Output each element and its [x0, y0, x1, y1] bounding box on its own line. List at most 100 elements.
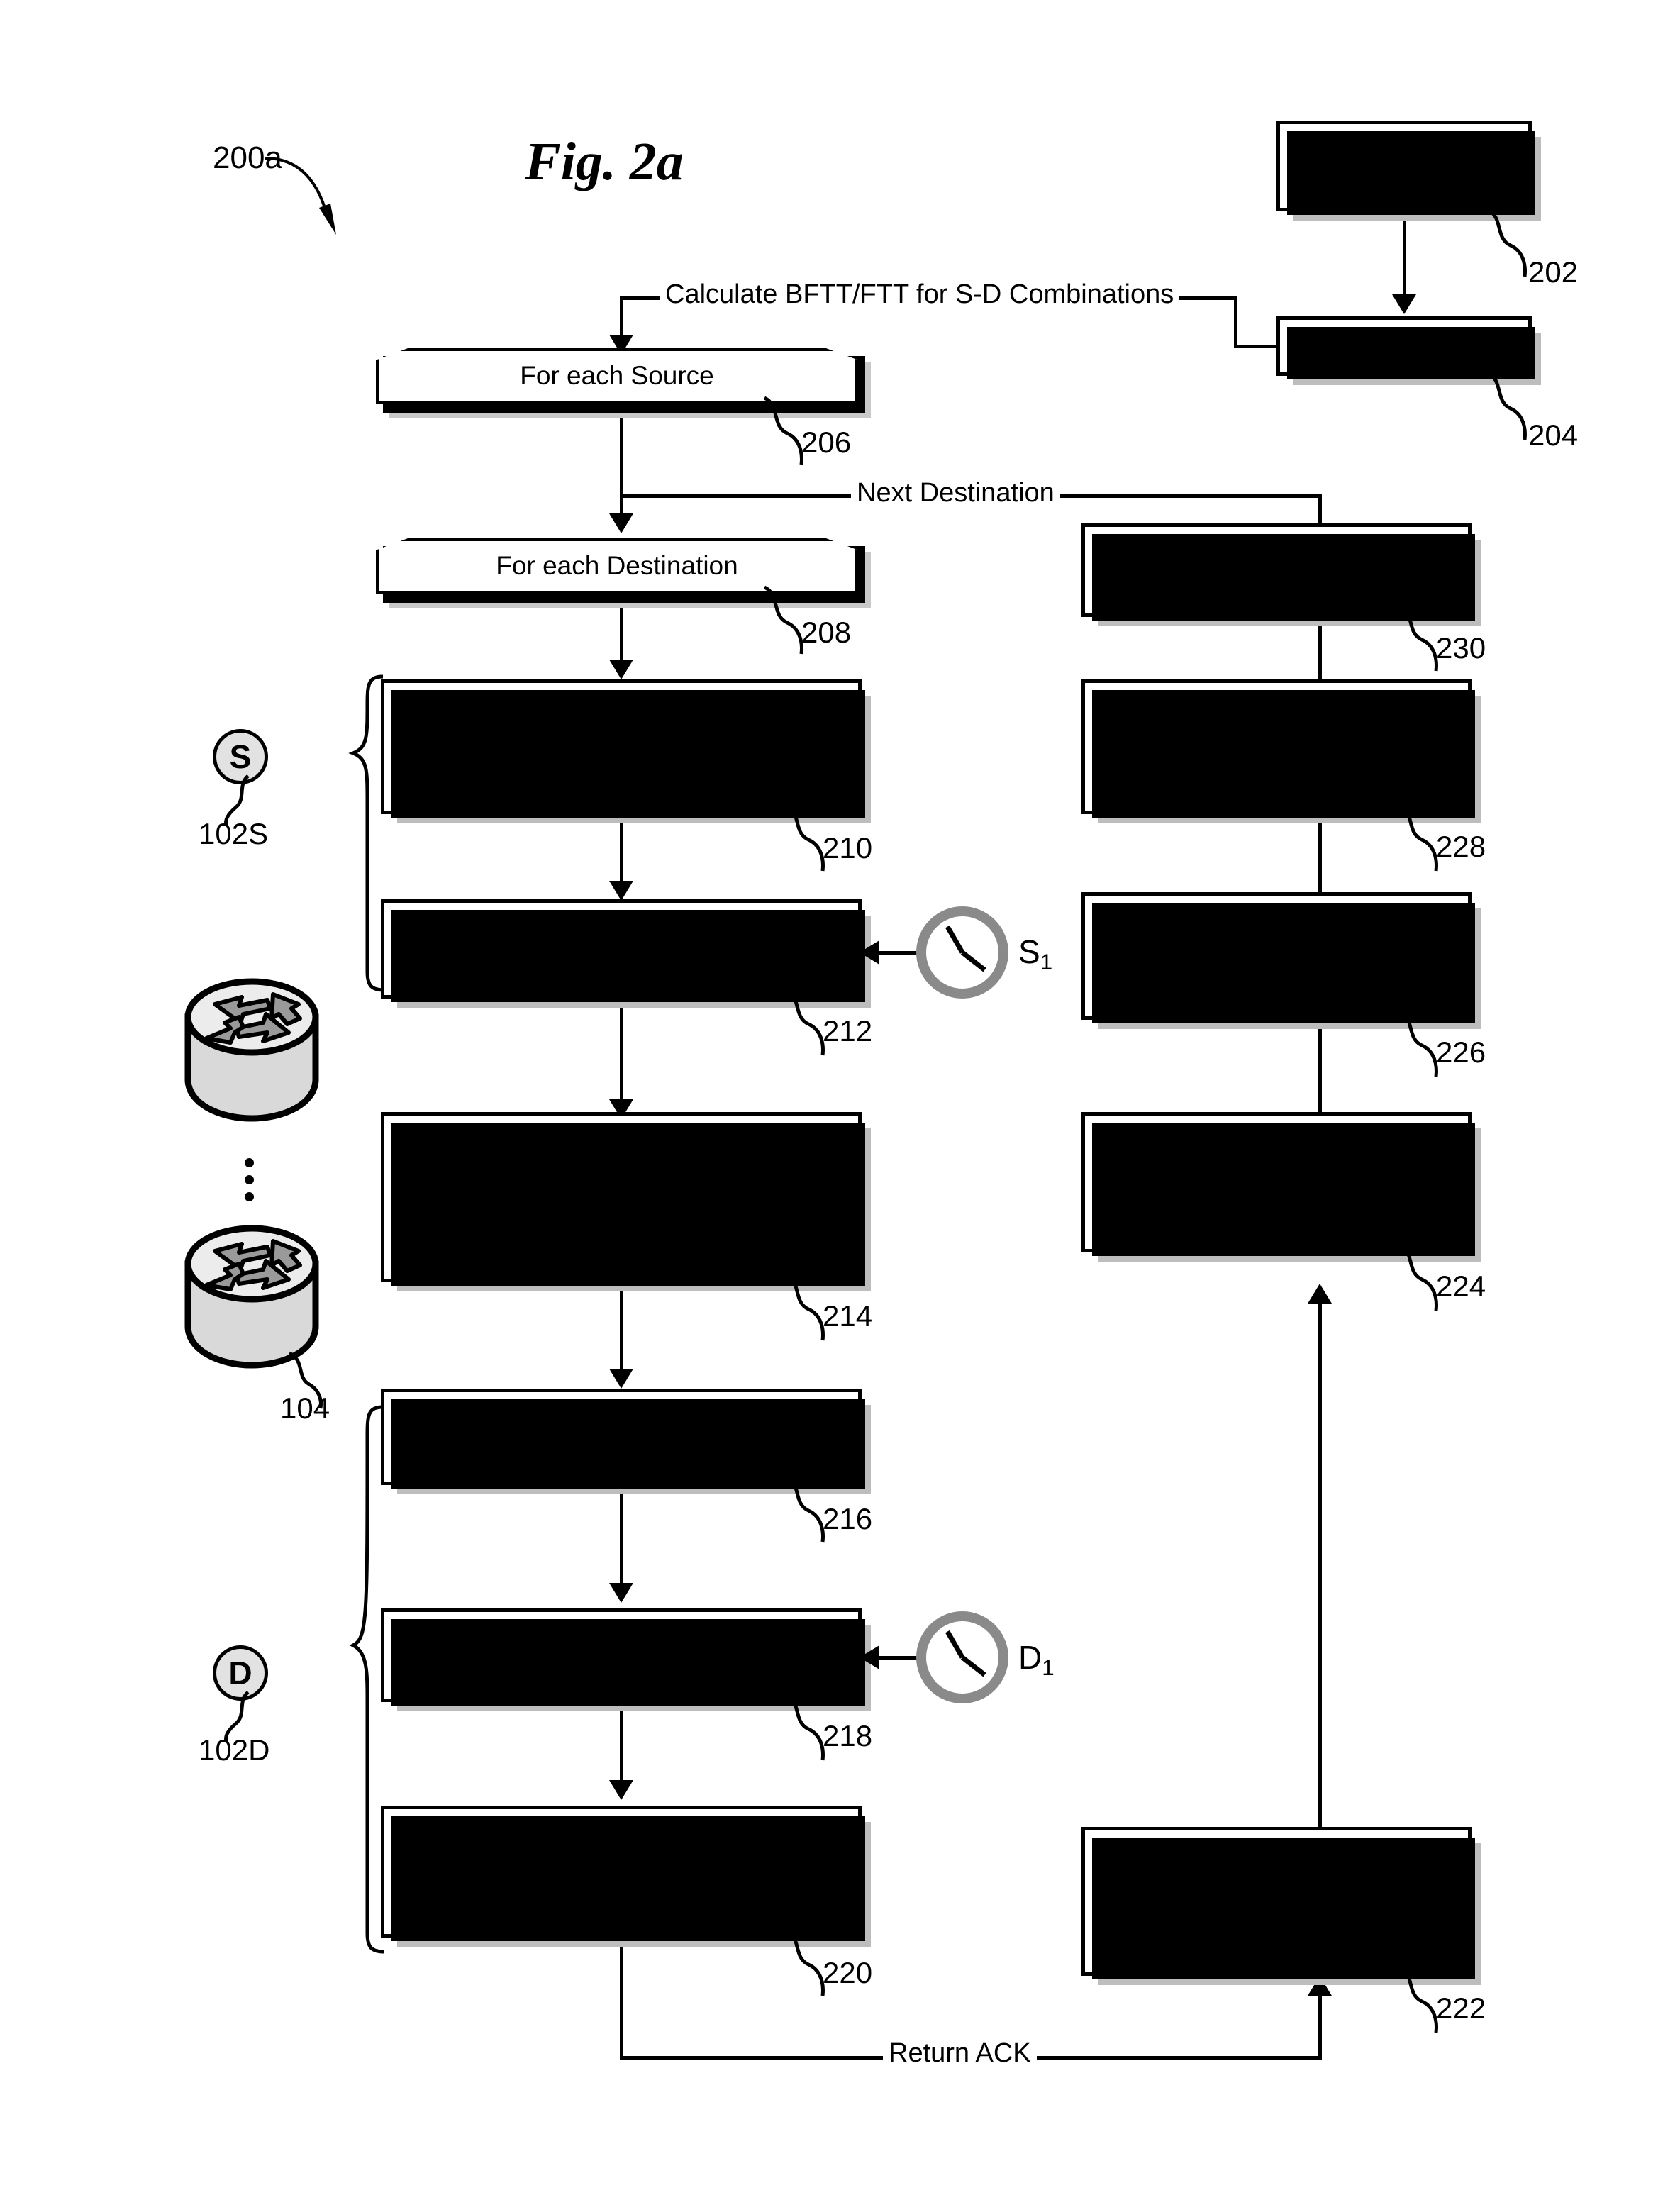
connector-calc-vertical-right	[1234, 296, 1237, 346]
connector-calc-vertical-left	[620, 296, 623, 339]
box-212-line2-pre: S	[455, 950, 473, 979]
box-forward-ftt-frame: Forward FTT Frame to Next Hop in Forward…	[381, 1112, 871, 1291]
ref-224: 224	[1436, 1269, 1486, 1303]
box-220-line1: Calculate One-way Best FTT	[452, 1821, 790, 1851]
connector-222-224	[1318, 1304, 1322, 1828]
ref-228: 228	[1436, 830, 1486, 863]
source-node-letter: S	[229, 738, 252, 775]
box-220-line2-sub1: 1	[555, 1868, 566, 1889]
connector-return-ack-vertical	[1318, 1994, 1322, 2060]
connector-214-216	[620, 1289, 623, 1382]
box-synchronize-clocks: Synchronize Clocks	[1276, 316, 1541, 385]
clock-minute-hand	[960, 950, 986, 972]
arrowhead-into-220	[609, 1780, 633, 1800]
ref-230: 230	[1436, 631, 1486, 665]
box-212-line1: Add Source Transmit Timestamp	[430, 916, 812, 945]
box-read-source-timestamp: Read Source Timestamp S1 and Destination…	[381, 1608, 871, 1711]
box-generate-ftt-ack-packet: Generate FTT ACK packet with Destination…	[1081, 1827, 1481, 1985]
figure-ref-leader-line	[265, 157, 336, 235]
router-ellipsis	[245, 1150, 254, 1209]
arrowhead-into-224	[1308, 1284, 1332, 1304]
ref-220: 220	[823, 1956, 873, 1989]
ref-218: 218	[823, 1719, 873, 1752]
arrowhead-clock-d1	[860, 1645, 879, 1669]
box-220-label: Calculate One-way Best FTT (BFTT = D1 - …	[391, 1819, 851, 1924]
connector-220-down	[620, 1945, 623, 2060]
arrowhead-into-212	[609, 881, 633, 901]
ref-214: 214	[823, 1299, 873, 1333]
clock-d-hour-hand	[945, 1630, 965, 1659]
box-220-line2-sub2: 1	[606, 1868, 616, 1889]
page-title: Fig. 2a	[525, 132, 684, 191]
arrowhead-into-216	[609, 1369, 633, 1389]
box-220-line3: entry to BFTT/BRTT Table	[469, 1891, 774, 1921]
box-222-label: Generate FTT ACK packet with Destination…	[1095, 1852, 1458, 1950]
ref-208: 208	[801, 616, 852, 649]
edge-label-next-destination: Next Destination	[851, 479, 1060, 506]
box-218-line2-sub: 1	[762, 1670, 773, 1691]
connector-202-204	[1403, 218, 1406, 296]
arrowhead-clock-s1	[860, 940, 879, 965]
box-230-label: Add S-D BFTT entry to BFTT/BRTT Table	[1143, 538, 1410, 601]
box-220-line2-b: - S	[565, 1855, 606, 1885]
arrowhead-into-218	[609, 1583, 633, 1603]
box-add-source-transmit-timestamp: Add Source Transmit Timestamp S1 to FTT …	[381, 899, 871, 1008]
destination-node-letter: D	[228, 1655, 252, 1691]
arrowhead-into-210	[609, 660, 633, 679]
ref-102S: 102S	[199, 817, 269, 850]
clock-s1-label: S1	[1018, 933, 1053, 974]
box-208-label: For each Destination	[496, 551, 738, 580]
ref-216: 216	[823, 1502, 873, 1535]
ref-102D: 102D	[199, 1733, 270, 1767]
ref-226: 226	[1436, 1035, 1486, 1069]
box-226-label: Receive FTT ACK packet at Dest. Port; Bu…	[1094, 906, 1459, 1005]
box-218-line2-pre: Destination Timestamp D	[469, 1657, 763, 1686]
box-220-line2-a: (BFTT = D	[432, 1855, 556, 1885]
ref-202: 202	[1528, 255, 1579, 289]
connector-216-218	[620, 1492, 623, 1596]
box-218-line1-post: and	[757, 1621, 809, 1650]
source-group-brace	[348, 674, 385, 992]
clock-s1-subscript: 1	[1040, 949, 1053, 974]
box-212-label: Add Source Transmit Timestamp S1 to FTT …	[391, 913, 851, 984]
box-discovery-network-topology: Discovery Network Topology	[1276, 121, 1541, 221]
edge-label-calculate-bftt: Calculate BFTT/FTT for S-D Combinations	[660, 281, 1180, 308]
ref-210: 210	[823, 831, 873, 865]
box-calculate-one-way-best-ftt: Calculate One-way Best FTT (BFTT = D1 - …	[381, 1806, 871, 1947]
box-204-label: Synchronize Clocks	[1289, 330, 1520, 360]
box-forward-ftt-ack-next-hop: Forward FTT ACK Next Hop in Forwarding T…	[1081, 1112, 1481, 1262]
box-216-label: Receive FTT Frame at Dest. Address (Port…	[404, 1404, 838, 1468]
box-generate-ftt-packet: Generate FTT Packet with Source and Dest…	[381, 679, 871, 823]
ref-204: 204	[1528, 418, 1579, 452]
router-icon-top	[184, 978, 319, 1122]
box-218-label: Read Source Timestamp S1 and Destination…	[391, 1618, 851, 1691]
destination-clock-icon	[916, 1611, 1008, 1703]
clock-d1-subscript: 1	[1042, 1655, 1055, 1680]
box-214-label: Forward FTT Frame to Next Hop in Forward…	[400, 1130, 842, 1263]
ref-212: 212	[823, 1014, 873, 1047]
clock-d-minute-hand	[960, 1655, 986, 1677]
box-224-label: Forward FTT ACK Next Hop in Forwarding T…	[1098, 1133, 1454, 1231]
clock-d1-label: D1	[1018, 1639, 1055, 1680]
box-220-line2-c: ); Add S-D BFTT	[616, 1855, 811, 1885]
figure-canvas: 200a Fig. 2a Discovery Network Topology …	[0, 0, 1680, 2190]
box-receive-ftt-ack-packet: Receive FTT ACK packet at Dest. Port; Bu…	[1081, 892, 1481, 1029]
connector-204-to-calc-left	[1234, 345, 1278, 348]
connector-212-214	[620, 1006, 623, 1113]
box-212-line2-sub: 1	[472, 962, 483, 983]
box-206-label: For each Source	[520, 361, 714, 390]
ref-104: 104	[280, 1391, 330, 1425]
ref-206: 206	[801, 426, 852, 459]
box-218-line1-sub: 1	[747, 1633, 758, 1654]
destination-group-brace	[349, 1405, 385, 1954]
source-clock-icon	[916, 906, 1008, 999]
clock-hour-hand	[945, 925, 965, 954]
connector-224-226	[1318, 1014, 1322, 1118]
edge-label-return-ack: Return ACK	[883, 2040, 1037, 2067]
box-read-source-destination-addresses: Read Source and Destination Addresses or…	[1081, 679, 1481, 823]
ref-222: 222	[1436, 1991, 1486, 2025]
arrowhead-202-204	[1392, 294, 1416, 314]
box-212-line2-post: to FTT Packet at Framing	[482, 950, 787, 979]
arrowhead-into-208	[609, 513, 633, 533]
connector-206-208	[620, 411, 623, 525]
